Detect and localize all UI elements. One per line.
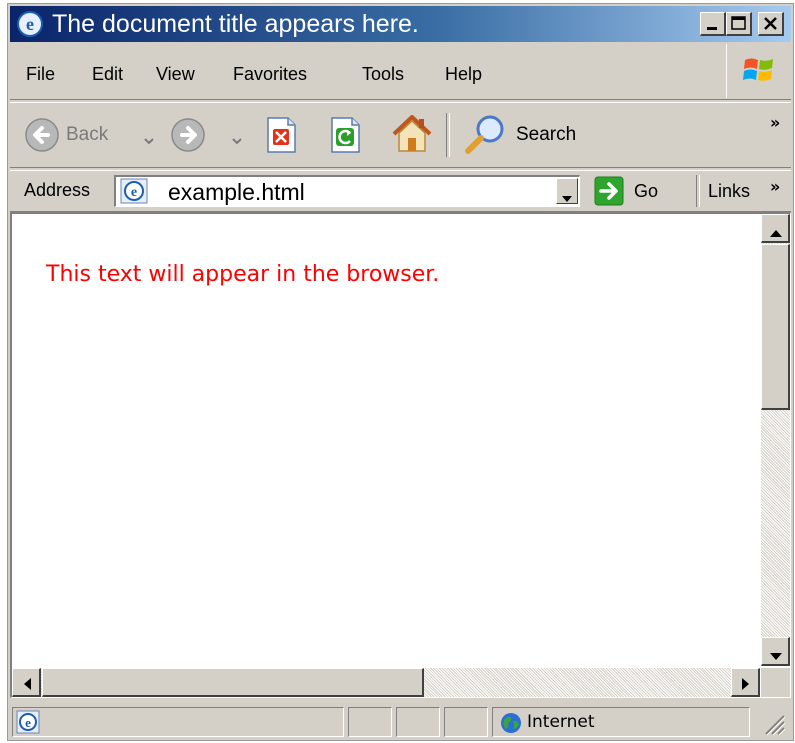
scroll-up-arrow-icon xyxy=(769,223,783,243)
minimize-button[interactable] xyxy=(700,12,726,36)
svg-text:e: e xyxy=(131,185,137,200)
scrollbar-corner xyxy=(761,668,790,697)
menu-bar: File Edit View Favorites Tools Help xyxy=(10,44,791,100)
browser-window: e The document title appears here. File … xyxy=(7,3,794,741)
scroll-left-arrow-icon xyxy=(22,676,32,696)
status-main-pane: e xyxy=(12,707,344,737)
address-input[interactable]: e example.html xyxy=(114,175,580,207)
home-icon[interactable] xyxy=(390,113,434,160)
menu-favorites[interactable]: Favorites xyxy=(233,64,307,84)
menu-view[interactable]: View xyxy=(156,64,195,84)
go-button-label[interactable]: Go xyxy=(634,181,658,202)
security-zone-label: Internet xyxy=(527,712,595,732)
globe-icon xyxy=(500,712,522,739)
back-arrow-icon[interactable] xyxy=(24,117,60,158)
scroll-left-button[interactable] xyxy=(12,668,41,697)
vertical-scrollbar[interactable] xyxy=(761,214,790,666)
menu-help[interactable]: Help xyxy=(445,64,482,84)
horizontal-scrollbar[interactable] xyxy=(12,668,760,697)
scroll-right-arrow-icon xyxy=(741,676,751,696)
status-bar: e Internet xyxy=(10,704,791,740)
windows-flag-icon xyxy=(743,54,775,91)
search-button-label[interactable]: Search xyxy=(516,124,576,146)
window-title: The document title appears here. xyxy=(52,10,419,38)
maximize-button[interactable] xyxy=(726,12,752,36)
address-value: example.html xyxy=(168,179,305,205)
menu-edit[interactable]: Edit xyxy=(92,64,123,84)
scroll-down-arrow-icon xyxy=(769,647,783,667)
scroll-right-button[interactable] xyxy=(731,668,760,697)
svg-text:e: e xyxy=(25,715,31,730)
vertical-scroll-thumb[interactable] xyxy=(761,244,790,410)
address-dropdown-button[interactable] xyxy=(556,178,578,204)
title-bar[interactable]: e The document title appears here. xyxy=(10,6,791,42)
dropdown-arrow-icon xyxy=(561,188,573,208)
search-icon[interactable] xyxy=(462,113,508,162)
refresh-icon[interactable] xyxy=(328,116,362,159)
back-dropdown-icon[interactable] xyxy=(144,131,154,151)
forward-arrow-icon[interactable] xyxy=(170,117,206,158)
go-arrow-icon[interactable] xyxy=(594,176,624,211)
windows-logo-panel xyxy=(726,44,791,98)
status-pane-2 xyxy=(348,707,392,737)
menu-file[interactable]: File xyxy=(26,64,55,84)
links-label[interactable]: Links xyxy=(708,181,750,202)
horizontal-scroll-thumb[interactable] xyxy=(42,668,424,697)
toolbar-separator xyxy=(446,113,450,157)
links-overflow-button[interactable]: » xyxy=(770,177,780,196)
page-body-text: This text will appear in the browser. xyxy=(46,262,440,287)
status-zone-pane: Internet xyxy=(492,707,750,737)
status-pane-4 xyxy=(444,707,488,737)
forward-dropdown-icon[interactable] xyxy=(232,131,242,151)
status-ie-icon: e xyxy=(16,710,40,739)
ie-logo-icon: e xyxy=(17,11,43,37)
address-bar: Address e example.html Go Links » xyxy=(10,170,791,212)
toolbar-overflow-button[interactable]: » xyxy=(770,113,780,132)
back-button-label[interactable]: Back xyxy=(66,124,108,146)
standard-toolbar: Back Search » xyxy=(10,102,791,168)
scroll-down-button[interactable] xyxy=(761,637,790,666)
address-label: Address xyxy=(24,180,91,200)
scroll-up-button[interactable] xyxy=(761,214,790,243)
resize-grip-icon[interactable] xyxy=(762,712,786,741)
menu-tools[interactable]: Tools xyxy=(362,64,404,84)
page-content: This text will appear in the browser. xyxy=(10,212,791,698)
status-pane-3 xyxy=(396,707,440,737)
page-ie-icon: e xyxy=(120,178,148,209)
svg-text:e: e xyxy=(26,14,34,34)
links-separator xyxy=(696,175,700,207)
close-button[interactable] xyxy=(758,12,784,36)
stop-icon[interactable] xyxy=(264,116,298,159)
